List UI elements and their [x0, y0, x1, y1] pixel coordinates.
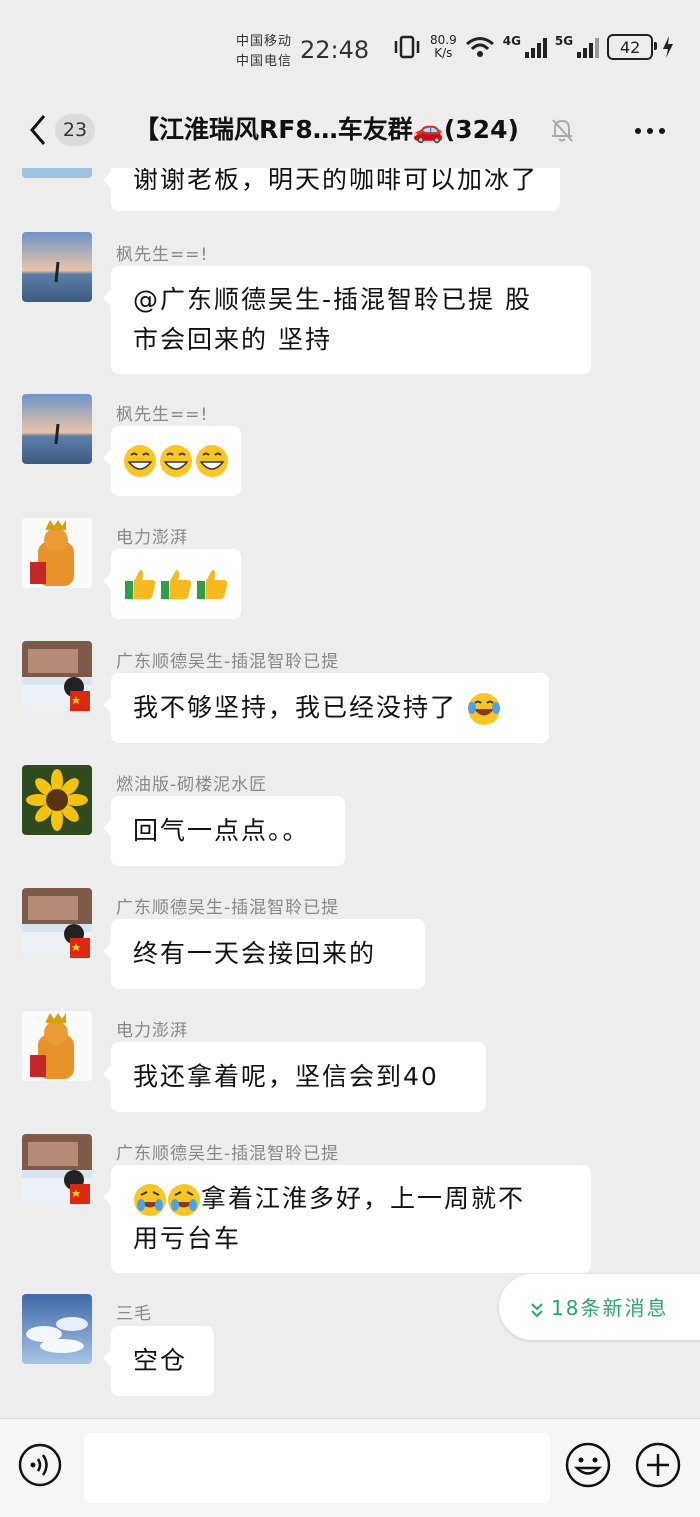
thumbs-up-icon — [197, 570, 228, 599]
message-text-line-1: 拿着江淮多好，上一周就不 — [133, 1179, 569, 1219]
carrier-1: 中国移动 — [236, 34, 293, 49]
message-bubble[interactable]: 空仓 — [103, 1326, 214, 1396]
voice-input-icon[interactable] — [18, 1443, 62, 1487]
emoji-picker-icon[interactable] — [564, 1441, 612, 1489]
grinning-emoji-icon — [124, 445, 156, 477]
message-text: 我不够坚持，我已经没持了 — [133, 693, 458, 722]
crying-laughing-emoji-icon — [134, 1184, 166, 1216]
sender-name: 三毛 — [116, 1304, 152, 1324]
carrier-labels: 中国移动 中国电信 — [236, 32, 292, 72]
message-text: 拿着江淮多好，上一周就不 — [201, 1184, 526, 1213]
thumbs-up-icon — [125, 570, 156, 599]
message-text: 回气一点点。。 — [133, 816, 310, 845]
status-icons: 80.9 K/s 4G 5G 42 — [392, 34, 675, 60]
avatar[interactable] — [22, 518, 92, 588]
message-bubble[interactable]: 终有一天会接回来的 — [103, 919, 425, 989]
message-bubble[interactable]: 谢谢老板，明天的咖啡可以加冰了 — [102, 168, 561, 211]
status-bar: 中国移动 中国电信 22:48 80.9 K/s 4G 5G 42 — [0, 0, 700, 96]
chat-header: 23 【江淮瑞风RF8…车友群🚗(324) — [0, 96, 700, 168]
message-text: 空仓 — [133, 1346, 188, 1375]
network-4g-label: 4G — [502, 34, 521, 48]
sender-name: 燃油版-砌楼泥水匠 — [116, 775, 268, 795]
avatar[interactable] — [22, 394, 92, 464]
message-bubble[interactable]: 回气一点点。。 — [103, 796, 345, 866]
group-title: 【江淮瑞风RF8…车友群🚗(324) — [134, 115, 519, 144]
more-icon[interactable] — [632, 116, 668, 146]
grinning-emoji-icon — [196, 445, 228, 477]
bell-muted-icon — [552, 119, 573, 142]
sender-name: 枫先生==! — [116, 405, 209, 425]
avatar[interactable] — [22, 168, 92, 178]
signal-4g-icon — [524, 36, 547, 58]
message-bubble[interactable]: @广东顺德吴生-插混智聆已提 股 市会回来的 坚持 — [103, 266, 591, 374]
crying-laughing-emoji-icon — [168, 1184, 200, 1216]
message-bubble[interactable]: 我还拿着呢，坚信会到40 — [103, 1042, 486, 1112]
message-list[interactable]: 谢谢老板，明天的咖啡可以加冰了 枫先生==! @广东顺德吴生-插混智聆已提 股 … — [0, 168, 700, 1418]
battery-level: 42 — [619, 37, 641, 57]
avatar[interactable] — [22, 1294, 92, 1364]
sender-name: 电力澎湃 — [116, 528, 188, 548]
sender-name: 电力澎湃 — [116, 1021, 188, 1041]
new-messages-label: 18条新消息 — [551, 1296, 669, 1320]
grinning-emoji-icon — [160, 445, 192, 477]
vibrate-icon — [394, 35, 420, 59]
message-bubble[interactable] — [103, 426, 241, 496]
avatar[interactable] — [22, 1134, 92, 1204]
plus-icon[interactable] — [634, 1441, 682, 1489]
speed-unit: K/s — [434, 46, 453, 60]
input-bar — [0, 1418, 700, 1517]
signal-5g-icon — [577, 36, 600, 58]
clock: 22:48 — [300, 36, 370, 64]
avatar[interactable] — [22, 232, 92, 302]
double-chevron-down-icon — [531, 1302, 543, 1317]
back-arrow-icon[interactable] — [24, 112, 54, 148]
message-text-line-1: @广东顺德吴生-插混智聆已提 股 — [133, 285, 532, 314]
new-messages-button[interactable]: 18条新消息 — [499, 1274, 700, 1340]
battery-icon: 42 — [607, 34, 658, 60]
message-input[interactable] — [84, 1433, 550, 1503]
message-text-line-2: 用亏台车 — [133, 1224, 242, 1253]
message-text-line-2: 市会回来的 坚持 — [133, 325, 332, 354]
unread-count-badge: 23 — [55, 114, 95, 146]
message-bubble[interactable]: 我不够坚持，我已经没持了 — [103, 673, 549, 743]
thumbs-up-icon — [161, 570, 192, 599]
message-text: 终有一天会接回来的 — [133, 939, 377, 968]
network-speed: 80.9 K/s — [430, 34, 457, 60]
message-bubble[interactable]: 拿着江淮多好，上一周就不 用亏台车 — [103, 1165, 591, 1273]
message-bubble[interactable] — [103, 549, 241, 619]
avatar[interactable] — [22, 888, 92, 958]
wifi-icon — [465, 37, 494, 57]
sender-name: 枫先生==! — [116, 245, 209, 265]
tears-of-joy-emoji-icon — [467, 693, 500, 725]
charging-icon — [663, 36, 674, 58]
sender-name: 广东顺德吴生-插混智聆已提 — [116, 652, 340, 672]
message-text: 我还拿着呢，坚信会到40 — [133, 1062, 439, 1091]
avatar[interactable] — [22, 765, 92, 835]
new-messages-content: 18条新消息 — [529, 1292, 668, 1321]
sender-name: 广东顺德吴生-插混智聆已提 — [116, 898, 340, 918]
sender-name: 广东顺德吴生-插混智聆已提 — [116, 1144, 340, 1164]
message-text: 谢谢老板，明天的咖啡可以加冰了 — [133, 168, 539, 194]
avatar[interactable] — [22, 1011, 92, 1081]
carrier-2: 中国电信 — [236, 54, 293, 69]
avatar[interactable] — [22, 641, 92, 711]
network-5g-label: 5G — [554, 34, 574, 48]
